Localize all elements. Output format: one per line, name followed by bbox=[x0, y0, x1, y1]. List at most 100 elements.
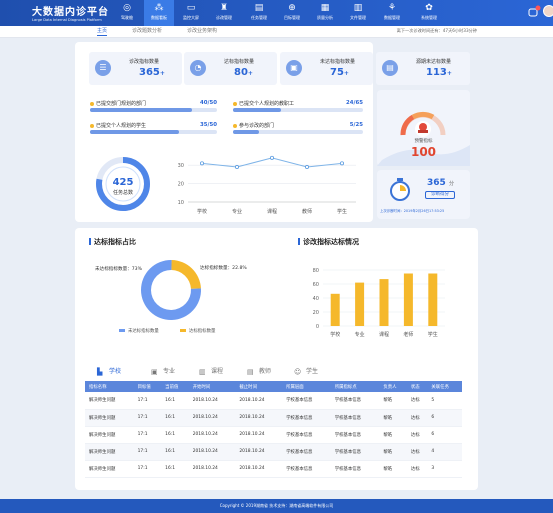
donut-label: 任务总数 bbox=[112, 190, 133, 196]
tab-architecture[interactable]: 诊改业务架构 bbox=[187, 27, 217, 34]
warning-card[interactable]: 预警指标 100 bbox=[377, 90, 470, 166]
y-tick-label: 0 bbox=[316, 324, 319, 330]
col-header: 状态 bbox=[406, 381, 428, 392]
x-tick-label: 学校 bbox=[330, 331, 340, 338]
table-cell: 黎皓 bbox=[379, 392, 407, 410]
stat-label: 未达标指标数量 bbox=[320, 59, 356, 65]
bullet-icon bbox=[90, 101, 94, 106]
stat-label: 源期未达标数量 bbox=[416, 59, 452, 65]
table-row[interactable]: 解决师生问题 17:1 16:1 2018.10.24 2018.10.24 学校基本信息… bbox=[85, 426, 462, 444]
table-cell: 学校基本信息 bbox=[282, 409, 331, 427]
table-row[interactable]: 解决师生问题 17:1 16:1 2018.10.24 2018.10.24 学校基本信息… bbox=[85, 409, 462, 427]
table-cell: 黎皓 bbox=[379, 460, 407, 478]
y-tick-label: 30 bbox=[178, 163, 184, 169]
progress-value: 5/25 bbox=[349, 122, 363, 128]
nav-label: 数据管理 bbox=[384, 15, 400, 20]
line-point bbox=[270, 155, 275, 160]
nav-item-cockpit[interactable]: ◎ 驾驶舱 bbox=[112, 0, 142, 26]
progress-student-plan: 已提交个人规划的学生 35/50 bbox=[90, 122, 217, 140]
stat-card-total[interactable]: ☰ 诊改指标数量 365+ bbox=[89, 52, 182, 85]
nav-item-quality[interactable]: ▦ 质量分析 bbox=[310, 0, 340, 26]
progress-track bbox=[233, 130, 363, 134]
col-header: 截止时间 bbox=[235, 381, 283, 392]
pie-slice bbox=[171, 260, 201, 289]
teacher-icon: ▤ bbox=[247, 368, 254, 376]
x-tick-label: 课程 bbox=[267, 208, 277, 215]
stat-card-overdue[interactable]: ▤ 源期未达标数量 113+ bbox=[376, 52, 470, 85]
nav-item-tasks[interactable]: ▤ 任务管理 bbox=[244, 0, 274, 26]
table-cell: 解决师生问题 bbox=[85, 443, 134, 461]
table-cell: 2018.10.24 bbox=[235, 392, 283, 410]
table-cell: 解决师生问题 bbox=[85, 409, 134, 427]
building-icon: ▙ bbox=[97, 368, 103, 376]
pie-legend-passed: 达标指标数量 bbox=[180, 328, 215, 334]
progress-value: 35/50 bbox=[200, 122, 217, 128]
col-header: 目标值 bbox=[133, 381, 162, 392]
stat-value: 80+ bbox=[234, 67, 253, 78]
line-point bbox=[199, 161, 204, 166]
legend-swatch bbox=[180, 329, 186, 332]
tab-school[interactable]: ▙ 学校 bbox=[97, 365, 121, 379]
table-cell: 17:1 bbox=[133, 392, 162, 410]
settings-icon: ✿ bbox=[425, 3, 433, 13]
nav-item-diagnosis[interactable]: ♜ 诊改管理 bbox=[209, 0, 239, 26]
file-icon: ▥ bbox=[353, 3, 363, 13]
progress-fill bbox=[90, 130, 179, 134]
progress-label: 参与诊改的部门 bbox=[233, 122, 274, 129]
nav-label: 质量分析 bbox=[317, 15, 333, 20]
list-icon: ☰ bbox=[95, 60, 111, 76]
x-tick-label: 教师 bbox=[302, 208, 312, 215]
nav-label: 监控大屏 bbox=[183, 15, 199, 20]
stat-card-failed[interactable]: ▣ 未达标指标数量 75+ bbox=[280, 52, 373, 85]
table-row[interactable]: 解决师生问题 17:1 16:1 2018.10.24 2018.10.24 学校基本信息… bbox=[85, 443, 462, 461]
tab-course[interactable]: ▥ 课程 bbox=[199, 365, 223, 379]
nav-item-goals[interactable]: ⊕ 目标管理 bbox=[277, 0, 307, 26]
nav-item-monitor[interactable]: ▭ 监控大屏 bbox=[176, 0, 206, 26]
notification-icon[interactable] bbox=[527, 4, 541, 22]
countdown-notice: 离下一次诊改时间还有：47天6小时33分钟 bbox=[396, 28, 477, 33]
bullet-icon bbox=[233, 101, 237, 106]
y-tick-label: 10 bbox=[178, 200, 184, 206]
progress-value: 24/65 bbox=[346, 100, 363, 106]
tab-student[interactable]: ☺ 学生 bbox=[294, 365, 318, 379]
pie-chart bbox=[141, 260, 201, 320]
stopwatch-icon bbox=[390, 178, 410, 201]
top-navbar: 大数据内诊平台 Large Data Internal Diagnosis Pl… bbox=[0, 0, 553, 26]
nav-item-system[interactable]: ✿ 系统管理 bbox=[414, 0, 444, 26]
table-cell: 4 bbox=[427, 443, 462, 461]
table-row[interactable]: 解决师生问题 17:1 16:1 2018.10.24 2018.10.24 学校基本信息… bbox=[85, 392, 462, 410]
diagnose-button[interactable]: 诊断得分 bbox=[425, 191, 455, 199]
stat-card-passed[interactable]: ◔ 达标指标数量 80+ bbox=[184, 52, 277, 85]
y-tick-label: 20 bbox=[178, 181, 184, 187]
footer: Copyright © 2019湖南省 技术支持：湖南省高端软件有限公司 bbox=[0, 499, 553, 513]
nav-item-files[interactable]: ▥ 文件管理 bbox=[343, 0, 373, 26]
table-cell: 6 bbox=[427, 426, 462, 444]
x-tick-label: 课程 bbox=[379, 331, 389, 338]
tab-major[interactable]: ▣ 专业 bbox=[151, 365, 175, 379]
nav-label: 诊改管理 bbox=[216, 15, 232, 20]
table-cell: 16:1 bbox=[161, 409, 189, 427]
nav-label: 驾驶舱 bbox=[121, 15, 133, 20]
table-cell: 2018.10.24 bbox=[188, 426, 236, 444]
table-row[interactable]: 解决师生问题 17:1 16:1 2018.10.24 2018.10.24 学校基本信息… bbox=[85, 460, 462, 478]
col-header: 所属层面 bbox=[282, 381, 331, 392]
nav-item-data-board[interactable]: ⁂ 数据看板 bbox=[144, 0, 174, 26]
nav-label: 文件管理 bbox=[350, 15, 366, 20]
table-cell: 16:1 bbox=[161, 426, 189, 444]
nav-item-data[interactable]: ⚘ 数据管理 bbox=[377, 0, 407, 26]
bullet-icon bbox=[233, 123, 237, 128]
bar bbox=[355, 282, 365, 326]
avatar[interactable] bbox=[543, 5, 553, 17]
table-cell: 达标 bbox=[406, 392, 428, 410]
tab-analysis[interactable]: 诊改题数分析 bbox=[132, 27, 162, 34]
indicator-table: 指标名称 目标值 当前值 开始时间 截止时间 所属层面 所属指标点 负责人 状态… bbox=[85, 381, 462, 478]
tab-home[interactable]: 主页 bbox=[97, 27, 108, 36]
stat-value: 75+ bbox=[330, 67, 349, 78]
progress-track bbox=[90, 130, 217, 134]
bar bbox=[330, 293, 340, 326]
table-cell: 学校基本信息 bbox=[282, 443, 331, 461]
table-cell: 16:1 bbox=[161, 443, 189, 461]
tab-teacher[interactable]: ▤ 教师 bbox=[247, 365, 271, 379]
chart-icon: ▦ bbox=[320, 3, 330, 13]
table-cell: 2018.10.24 bbox=[188, 443, 236, 461]
